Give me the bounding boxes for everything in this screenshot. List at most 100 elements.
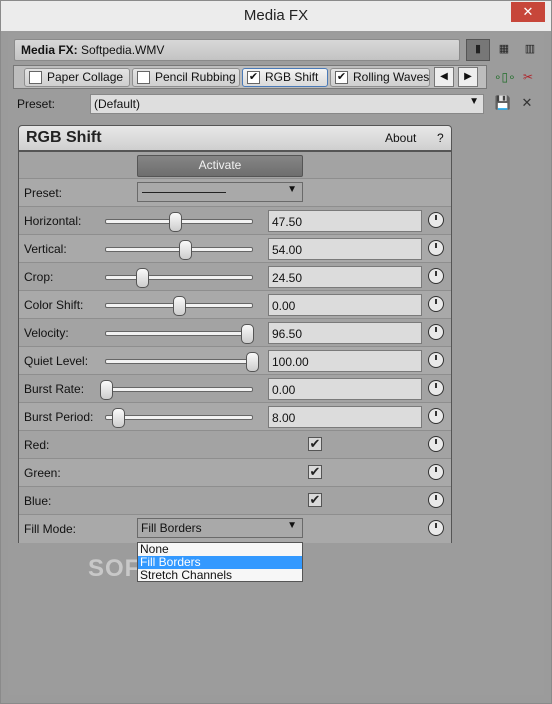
keyframe-clock-icon[interactable]	[428, 324, 444, 340]
close-button[interactable]: ✕	[511, 2, 545, 22]
keyframe-clock-icon[interactable]	[428, 240, 444, 256]
save-preset-button[interactable]: 💾	[494, 94, 512, 112]
tab-paper-collage[interactable]: Paper Collage	[24, 68, 130, 87]
tab-enable-checkbox[interactable]: ✔	[335, 71, 348, 84]
chain-fx-button[interactable]: ∘▯∘	[494, 68, 516, 86]
keyframe-clock-icon[interactable]	[428, 464, 444, 480]
plugin-title-bar: RGB Shift About ?	[18, 125, 452, 151]
keyframe-clock-icon[interactable]	[428, 212, 444, 228]
view-grid-button[interactable]: ▦	[492, 39, 516, 61]
arrow-right-icon: ▶	[464, 71, 472, 82]
fill-mode-dropdown[interactable]: Fill Borders ▼	[137, 518, 303, 538]
param-row-fill-mode: Fill Mode: Fill Borders ▼	[19, 514, 451, 543]
param-value: 100.00	[272, 355, 309, 369]
tab-enable-checkbox[interactable]: ✔	[247, 71, 260, 84]
view-grid-icon: ▦	[498, 43, 510, 55]
about-button[interactable]: About	[385, 131, 416, 145]
param-slider[interactable]	[105, 408, 253, 428]
tab-enable-checkbox[interactable]	[29, 71, 42, 84]
slider-thumb[interactable]	[246, 352, 259, 372]
preset-dropdown[interactable]: (Default) ▼	[90, 94, 484, 114]
tab-rgb-shift[interactable]: ✔ RGB Shift	[242, 68, 328, 87]
media-fx-header: Media FX: Softpedia.WMV	[14, 39, 460, 61]
param-row-slider: Color Shift: 0.00	[19, 290, 451, 319]
param-value: 0.00	[272, 383, 296, 397]
slider-thumb[interactable]	[100, 380, 113, 400]
slider-track[interactable]	[105, 275, 253, 280]
content-area: Media FX: Softpedia.WMV ▮ ▦ ▥ Paper Coll…	[8, 33, 544, 695]
param-row-red: Red: ✔	[19, 430, 451, 459]
param-value-field[interactable]: 0.00	[268, 378, 422, 400]
chevron-down-icon: ▼	[287, 520, 297, 531]
delete-icon: ✕	[521, 95, 533, 110]
param-label: Fill Mode:	[24, 522, 77, 536]
preset-label: Preset:	[17, 97, 56, 111]
keyframe-clock-icon[interactable]	[428, 492, 444, 508]
tab-next-button[interactable]: ▶	[458, 67, 478, 87]
delete-preset-button[interactable]: ✕	[518, 94, 536, 112]
param-value: 0.00	[272, 299, 296, 313]
param-row-slider: Quiet Level: 100.00	[19, 346, 451, 375]
red-checkbox[interactable]: ✔	[308, 437, 322, 451]
tab-pencil-rubbing[interactable]: Pencil Rubbing	[132, 68, 240, 87]
view-compact-button[interactable]: ▥	[518, 39, 542, 61]
parameter-panel: Activate Preset: ▼ Horizontal: 47.50 Verti…	[18, 151, 452, 543]
slider-thumb[interactable]	[240, 324, 254, 344]
param-value: 96.50	[272, 327, 303, 341]
keyframe-clock-icon[interactable]	[428, 296, 444, 312]
param-row-green: Green: ✔	[19, 458, 451, 487]
param-value-field[interactable]: 24.50	[268, 266, 422, 288]
tab-rolling-waves[interactable]: ✔ Rolling Waves	[330, 68, 430, 87]
keyframe-clock-icon[interactable]	[428, 436, 444, 452]
title-bar[interactable]: Media FX ✕	[1, 1, 551, 31]
arrow-left-icon: ◀	[440, 71, 448, 82]
param-label: Vertical:	[24, 242, 67, 256]
slider-thumb[interactable]	[169, 212, 183, 232]
slider-thumb[interactable]	[178, 240, 192, 260]
keyframe-clock-icon[interactable]	[428, 408, 444, 424]
remove-fx-button[interactable]: ✂	[518, 68, 538, 86]
param-value-field[interactable]: 0.00	[268, 294, 422, 316]
slider-track[interactable]	[105, 331, 253, 336]
keyframe-clock-icon[interactable]	[428, 520, 444, 536]
slider-track[interactable]	[105, 359, 253, 364]
help-button[interactable]: ?	[437, 131, 444, 145]
fill-mode-option[interactable]: Stretch Channels	[138, 569, 302, 582]
media-fx-label: Media FX:	[21, 43, 78, 57]
slider-thumb[interactable]	[111, 408, 125, 428]
param-slider[interactable]	[105, 352, 259, 372]
activate-button[interactable]: Activate	[137, 155, 303, 177]
param-slider[interactable]	[100, 380, 253, 400]
fill-mode-options: None Fill Borders Stretch Channels	[137, 542, 303, 582]
param-value-field[interactable]: 100.00	[268, 350, 422, 372]
param-slider[interactable]	[105, 324, 254, 344]
blue-checkbox[interactable]: ✔	[308, 493, 322, 507]
keyframe-clock-icon[interactable]	[428, 268, 444, 284]
param-row-slider: Crop: 24.50	[19, 262, 451, 291]
param-label: Crop:	[24, 270, 54, 284]
param-slider[interactable]	[105, 212, 253, 232]
view-list-button[interactable]: ▮	[466, 39, 490, 61]
param-preset-dropdown[interactable]: ▼	[137, 182, 303, 202]
slider-track[interactable]	[105, 387, 253, 392]
param-slider[interactable]	[105, 240, 253, 260]
param-value-field[interactable]: 96.50	[268, 322, 422, 344]
param-value: 54.00	[272, 243, 303, 257]
keyframe-clock-icon[interactable]	[428, 352, 444, 368]
param-value-field[interactable]: 8.00	[268, 406, 422, 428]
keyframe-clock-icon[interactable]	[428, 380, 444, 396]
param-value-field[interactable]: 47.50	[268, 210, 422, 232]
param-value-field[interactable]: 54.00	[268, 238, 422, 260]
param-slider[interactable]	[105, 296, 253, 316]
tab-label: Paper Collage	[47, 70, 124, 84]
green-checkbox[interactable]: ✔	[308, 465, 322, 479]
fill-mode-value: Fill Borders	[141, 521, 202, 535]
slider-track[interactable]	[105, 415, 253, 420]
param-row-slider: Burst Period: 8.00	[19, 402, 451, 431]
tab-prev-button[interactable]: ◀	[434, 67, 454, 87]
slider-thumb[interactable]	[135, 268, 149, 288]
slider-thumb[interactable]	[173, 296, 186, 316]
tab-enable-checkbox[interactable]	[137, 71, 150, 84]
param-slider[interactable]	[105, 268, 253, 288]
param-label: Green:	[24, 466, 61, 480]
